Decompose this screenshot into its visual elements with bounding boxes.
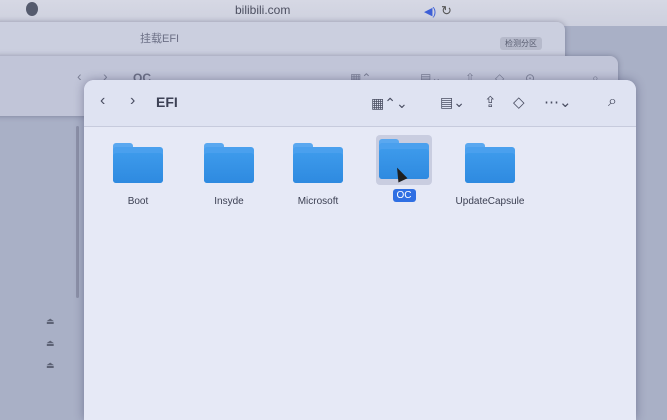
tab-icon [26, 2, 38, 16]
window-title: 挂载EFI [140, 33, 180, 45]
folder-icon [465, 143, 515, 183]
folder-contents: Boot Insyde Microsoft OC UpdateCapsule [84, 127, 636, 420]
address-bar-url[interactable]: bilibili.com [235, 3, 290, 17]
finder-toolbar: ‹ › EFI ▦⌃⌄ ▤⌄ ⇪ ◇ ⋯⌄ ⌕ [84, 80, 636, 127]
folder-item-microsoft[interactable]: Microsoft [283, 143, 353, 209]
finder-window: ‹ › EFI ▦⌃⌄ ▤⌄ ⇪ ◇ ⋯⌄ ⌕ Boot Insyde Micr… [84, 80, 636, 420]
detect-partition-button[interactable]: 检测分区 [500, 37, 542, 50]
sidebar-scrollbar[interactable] [76, 126, 79, 298]
eject-icon[interactable]: ⏏ [46, 316, 55, 327]
folder-item-updatecapsule[interactable]: UpdateCapsule [455, 143, 525, 209]
search-icon[interactable]: ⌕ [608, 93, 617, 111]
chevron-left-icon[interactable]: ‹ [100, 92, 105, 110]
tag-icon[interactable]: ◇ [513, 93, 525, 111]
folder-icon [113, 143, 163, 183]
folder-label: OC [392, 189, 416, 202]
folder-label: Microsoft [297, 196, 339, 207]
folder-item-boot[interactable]: Boot [103, 143, 173, 209]
folder-icon [293, 143, 343, 183]
chevron-left-icon: ‹ [77, 68, 82, 84]
ellipsis-icon[interactable]: ⋯⌄ [544, 93, 572, 111]
reload-icon[interactable]: ↻ [441, 3, 452, 19]
eject-icon[interactable]: ⏏ [46, 338, 55, 349]
speaker-icon[interactable]: ◀) [424, 5, 436, 18]
group-icon[interactable]: ▤⌄ [440, 94, 465, 111]
folder-label: UpdateCapsule [455, 196, 525, 207]
chevron-right-icon[interactable]: › [130, 92, 135, 110]
folder-item-insyde[interactable]: Insyde [194, 143, 264, 209]
grid-view-icon[interactable]: ▦⌃⌄ [371, 95, 408, 112]
folder-title: EFI [156, 94, 178, 110]
folder-item-oc[interactable]: OC [369, 135, 439, 203]
folder-label: Boot [127, 196, 149, 207]
share-icon[interactable]: ⇪ [484, 93, 497, 111]
eject-icon[interactable]: ⏏ [46, 360, 55, 371]
folder-label: Insyde [214, 196, 244, 207]
folder-icon [204, 143, 254, 183]
